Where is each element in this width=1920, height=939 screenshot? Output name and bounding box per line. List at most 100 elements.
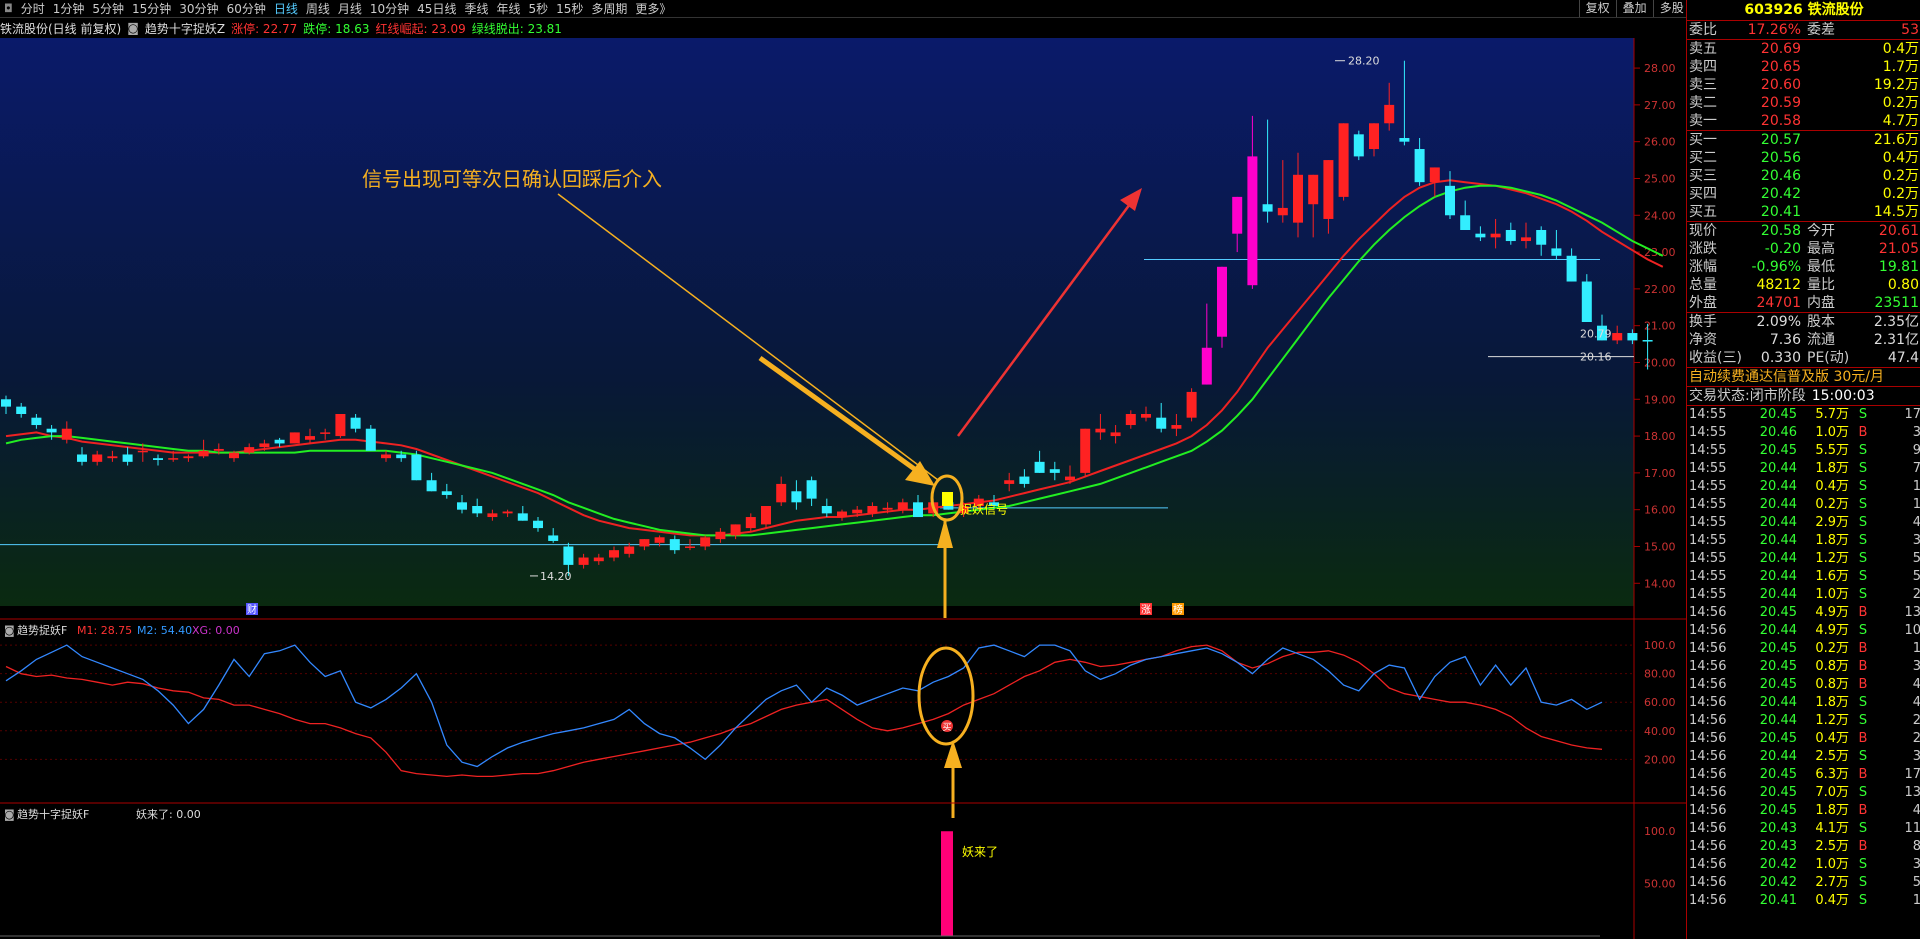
stat-label: PE(动): [1807, 350, 1850, 366]
bid-row: 买三 20.46 0.2万: [1687, 167, 1920, 185]
price-tick-label: 28.00: [1644, 62, 1676, 75]
tick-volume: 2.5万: [1815, 839, 1849, 854]
status-label: 交易状态:: [1689, 388, 1750, 404]
candle-body: [122, 454, 133, 462]
period-tab[interactable]: 年线: [496, 0, 520, 17]
toolbar-button[interactable]: 复权: [1578, 0, 1616, 17]
stat-label: 最低: [1807, 259, 1835, 275]
sub1-m1-line: [5, 644, 1603, 778]
stat-value: 2.09%: [1756, 314, 1801, 330]
period-tab[interactable]: 季线: [464, 0, 488, 17]
bid-volume: 0.4万: [1882, 150, 1919, 166]
candle-body: [46, 428, 57, 433]
period-tab[interactable]: 周线: [306, 0, 330, 17]
sub1-m2-value: M2: 54.40: [137, 624, 192, 637]
tick-row: 14:56 20.44 4.9万 S 10: [1687, 622, 1920, 640]
tick-volume: 1.8万: [1815, 695, 1849, 710]
bid-label: 买三: [1689, 168, 1717, 184]
price-tick-label: 16.00: [1644, 504, 1676, 517]
tick-row: 14:55 20.46 1.0万 B 3: [1687, 424, 1920, 442]
tick-side: B: [1858, 839, 1868, 854]
tick-time: 14:56: [1689, 641, 1727, 656]
candle-body: [213, 448, 224, 451]
ask-label: 卖五: [1689, 41, 1717, 57]
candle-body: [305, 436, 315, 440]
period-tab[interactable]: 15分钟: [132, 0, 171, 17]
candle-body: [1581, 281, 1592, 322]
tick-volume: 2.9万: [1815, 515, 1849, 530]
candle-body: [837, 511, 847, 518]
stat-value: 7.36: [1769, 332, 1801, 348]
tick-time: 14:55: [1689, 461, 1727, 476]
ask-volume: 19.2万: [1873, 77, 1919, 93]
period-tab[interactable]: 30分钟: [179, 0, 218, 17]
period-tab[interactable]: 60分钟: [227, 0, 266, 17]
candle-body: [1141, 414, 1151, 418]
window-icon[interactable]: ◘: [4, 2, 13, 15]
period-tab[interactable]: 45日线: [417, 0, 456, 17]
period-tab[interactable]: 日线: [274, 0, 298, 17]
sub2-menu-icon: ◙: [4, 808, 15, 821]
bid-row: 买二 20.56 0.4万: [1687, 149, 1920, 167]
candle-body: [654, 537, 665, 543]
tick-volume: 1.8万: [1815, 461, 1849, 476]
stat-value: 48212: [1756, 277, 1801, 293]
tick-volume: 0.2万: [1815, 641, 1849, 656]
stat-label: 涨幅: [1689, 259, 1717, 275]
candle-body: [259, 443, 270, 448]
period-tab[interactable]: 5分钟: [92, 0, 124, 17]
tick-time: 14:55: [1689, 443, 1727, 458]
tick-price: 20.41: [1759, 893, 1797, 908]
tick-row: 14:55 20.44 1.2万 S 5: [1687, 550, 1920, 568]
candle-body: [1019, 476, 1030, 484]
promo-link[interactable]: 自动续费通达信普及版 30元/月: [1687, 368, 1920, 386]
candle-body: [1369, 123, 1379, 150]
tick-price: 20.44: [1759, 623, 1797, 638]
tick-row: 14:56 20.44 1.2万 S 2: [1687, 712, 1920, 730]
period-tab[interactable]: 10分钟: [370, 0, 409, 17]
signal-label: 捉妖信号: [960, 502, 1008, 517]
tick-side: S: [1858, 443, 1868, 458]
period-toolbar: ◘ 分时 1分钟 5分钟 15分钟 30分钟 60分钟 日线 周线 月线 10分钟 45日线 季线 年线…: [0, 0, 1920, 18]
period-tab[interactable]: 分时: [21, 0, 45, 17]
bid-price: 20.41: [1760, 204, 1801, 220]
candle-body: [669, 539, 680, 551]
candle-body: [198, 450, 209, 457]
candle-body: [882, 507, 893, 510]
candle-body: [563, 546, 574, 565]
period-tab[interactable]: 1分钟: [53, 0, 85, 17]
toolbar-button[interactable]: 叠加: [1615, 0, 1653, 17]
candle-body: [350, 417, 361, 429]
candle-body: [16, 406, 27, 414]
tick-time: 14:56: [1689, 605, 1727, 620]
tick-volume: 0.4万: [1815, 893, 1849, 908]
status-time: 15:00:03: [1811, 388, 1875, 404]
tick-side: S: [1858, 623, 1868, 638]
yaolaile-label: 妖来了: [962, 845, 998, 859]
tick-row: 14:56 20.45 7.0万 S 13: [1687, 784, 1920, 802]
period-tab[interactable]: 月线: [338, 0, 362, 17]
candle-body: [381, 454, 391, 459]
period-tab[interactable]: 5秒: [528, 0, 548, 17]
tick-row: 14:55 20.44 0.2万 S 1: [1687, 496, 1920, 514]
tick-count: 9: [1912, 443, 1920, 458]
candle-body: [1612, 333, 1623, 341]
tick-volume: 0.8万: [1815, 677, 1849, 692]
period-tab[interactable]: 多周期: [591, 0, 627, 17]
period-tab[interactable]: 15秒: [556, 0, 583, 17]
toolbar-button[interactable]: 多股: [1652, 0, 1690, 17]
tick-volume: 1.8万: [1815, 533, 1849, 548]
tick-count: 3: [1912, 659, 1920, 674]
period-tab[interactable]: 更多》: [635, 0, 671, 17]
tick-row: 14:56 20.44 1.8万 S 4: [1687, 694, 1920, 712]
candle-body: [1642, 340, 1653, 342]
tick-volume: 6.3万: [1815, 767, 1849, 782]
chart-area[interactable]: 28.0027.0026.0025.0024.0023.0022.0021.00…: [0, 18, 1686, 939]
tick-count: 11: [1904, 821, 1920, 836]
price-tick-label: 26.00: [1644, 136, 1676, 149]
candle-body: [897, 502, 908, 510]
event-marker-label: 财: [247, 603, 257, 616]
candle-body: [1277, 207, 1288, 216]
sub2-value: 妖来了: 0.00: [136, 807, 201, 821]
